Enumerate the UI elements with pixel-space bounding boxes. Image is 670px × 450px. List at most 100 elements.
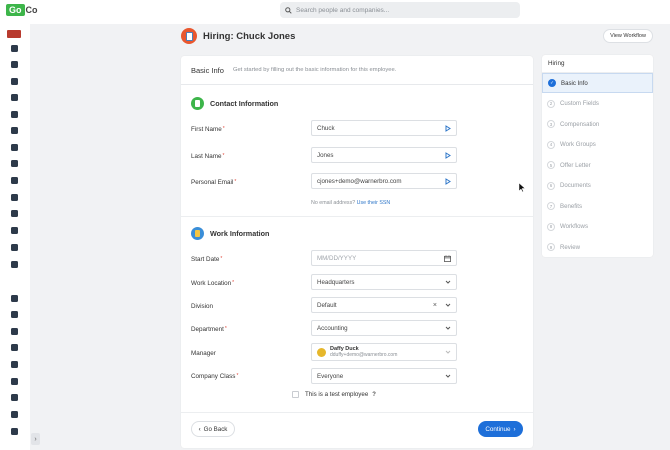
workflow-icon[interactable]	[9, 426, 20, 436]
document-icon[interactable]	[9, 158, 20, 168]
personal-email-field[interactable]: cjones+demo@warnerbro.com	[311, 173, 457, 189]
step-basic-info[interactable]: ✓ Basic Info	[542, 73, 653, 93]
building-icon[interactable]	[9, 59, 20, 69]
sidebar-collapse-button[interactable]: ›	[31, 433, 40, 445]
autofill-icon	[445, 124, 451, 132]
bar-chart-icon[interactable]	[9, 392, 20, 402]
personal-email-label: Personal Email*	[191, 179, 237, 186]
refresh-icon[interactable]	[9, 359, 20, 369]
search-placeholder: Search people and companies...	[296, 6, 390, 14]
step-review[interactable]: 9 Review	[542, 237, 653, 257]
book-icon[interactable]	[9, 376, 20, 386]
chart-icon[interactable]	[9, 192, 20, 202]
upload-icon[interactable]	[9, 225, 20, 235]
autofill-icon	[445, 151, 451, 159]
hiring-steps-panel: Hiring ✓ Basic Info 2 Custom Fields 3 Compens…	[542, 55, 653, 257]
org-chart-icon[interactable]	[9, 76, 20, 86]
chevron-down-icon	[445, 302, 451, 308]
last-name-field[interactable]: Jones	[311, 147, 457, 163]
step-label: Basic Info	[561, 79, 588, 87]
step-label: Workflows	[560, 223, 588, 230]
step-label: Documents	[560, 182, 591, 189]
basic-info-header: Basic Info Get started by filling out th…	[181, 56, 533, 85]
step-number: 7	[547, 202, 555, 210]
first-name-field[interactable]: Chuck	[311, 120, 457, 136]
test-employee-row: This is a test employee ?	[292, 391, 376, 398]
start-date-label: Start Date*	[191, 256, 223, 263]
office-icon[interactable]	[9, 309, 20, 319]
monitor-icon[interactable]	[9, 293, 20, 303]
step-number: 3	[547, 120, 555, 128]
chevron-down-icon	[445, 349, 451, 355]
step-custom-fields[interactable]: 2 Custom Fields	[542, 94, 653, 114]
chat-icon[interactable]	[9, 208, 20, 218]
test-employee-label: This is a test employee	[305, 391, 369, 398]
dollar-icon[interactable]	[9, 342, 20, 352]
department-label: Department*	[191, 326, 227, 333]
people-icon[interactable]	[9, 43, 20, 53]
search-icon	[285, 6, 292, 14]
handshake-icon[interactable]	[9, 409, 20, 419]
sync-icon[interactable]	[9, 109, 20, 119]
step-compensation[interactable]: 3 Compensation	[542, 114, 653, 134]
work-location-label: Work Location*	[191, 280, 235, 287]
personal-email-value: cjones+demo@warnerbro.com	[317, 177, 402, 185]
go-back-button[interactable]: ‹ Go Back	[191, 421, 235, 437]
logo-go: Go	[6, 4, 25, 16]
steps-title: Hiring	[542, 55, 653, 73]
star-icon[interactable]	[9, 242, 20, 252]
chevron-down-icon	[445, 279, 451, 285]
step-offer-letter[interactable]: 5 Offer Letter	[542, 155, 653, 175]
work-section-title: Work Information	[210, 229, 270, 238]
mouse-cursor-icon	[519, 183, 525, 192]
division-select[interactable]: Default ×	[311, 297, 457, 313]
chevron-down-icon	[445, 325, 451, 331]
test-employee-checkbox[interactable]	[292, 391, 299, 398]
company-class-select[interactable]: Everyone	[311, 368, 457, 384]
continue-button[interactable]: Continue ›	[478, 421, 523, 437]
calendar-icon[interactable]	[444, 254, 451, 262]
company-class-label: Company Class*	[191, 373, 239, 380]
umbrella-icon[interactable]	[9, 92, 20, 102]
sidebar	[0, 24, 30, 450]
user-switch-icon[interactable]	[9, 326, 20, 336]
work-section-header: Work Information	[191, 227, 269, 240]
step-label: Review	[560, 243, 580, 251]
clock-icon[interactable]	[9, 142, 20, 152]
first-name-label: First Name*	[191, 126, 225, 133]
start-date-field[interactable]: MM/DD/YYYY	[311, 250, 457, 266]
company-flag-icon[interactable]	[7, 30, 21, 38]
search-input[interactable]: Search people and companies...	[280, 2, 520, 18]
step-number: ✓	[548, 79, 556, 87]
grid-icon[interactable]	[9, 259, 20, 269]
department-select[interactable]: Accounting	[311, 320, 457, 336]
step-workflows[interactable]: 8 Workflows	[542, 217, 653, 237]
top-bar: Go Co Search people and companies...	[0, 0, 670, 24]
manager-email: dduffy+demo@warnerbro.com	[330, 352, 398, 358]
step-benefits[interactable]: 7 Benefits	[542, 196, 653, 216]
page-header: Hiring: Chuck Jones	[181, 28, 295, 44]
view-workflow-button[interactable]: View Workflow	[603, 29, 653, 43]
plane-icon[interactable]	[9, 125, 20, 135]
footer-divider	[181, 412, 533, 413]
manager-select[interactable]: Daffy Duck dduffy+demo@warnerbro.com	[311, 343, 457, 361]
step-documents[interactable]: 6 Documents	[542, 176, 653, 196]
page-title: Hiring: Chuck Jones	[203, 30, 296, 42]
hiring-form-card: Basic Info Get started by filling out th…	[181, 56, 533, 448]
goco-logo[interactable]: Go Co	[6, 3, 38, 17]
step-label: Work Groups	[560, 141, 596, 148]
hiring-clipboard-icon	[181, 28, 197, 44]
manager-label: Manager	[191, 350, 216, 357]
step-number: 8	[547, 222, 555, 231]
step-work-groups[interactable]: 4 Work Groups	[542, 135, 653, 155]
calendar-icon[interactable]	[9, 175, 20, 185]
use-ssn-link[interactable]: Use their SSN	[357, 200, 391, 206]
first-name-value: Chuck	[317, 124, 335, 132]
department-value: Accounting	[317, 324, 348, 332]
work-location-value: Headquarters	[317, 278, 355, 286]
clear-icon[interactable]: ×	[433, 302, 437, 309]
work-location-select[interactable]: Headquarters	[311, 274, 457, 290]
step-label: Benefits	[560, 202, 583, 210]
help-icon[interactable]: ?	[372, 392, 376, 398]
last-name-value: Jones	[317, 151, 334, 159]
